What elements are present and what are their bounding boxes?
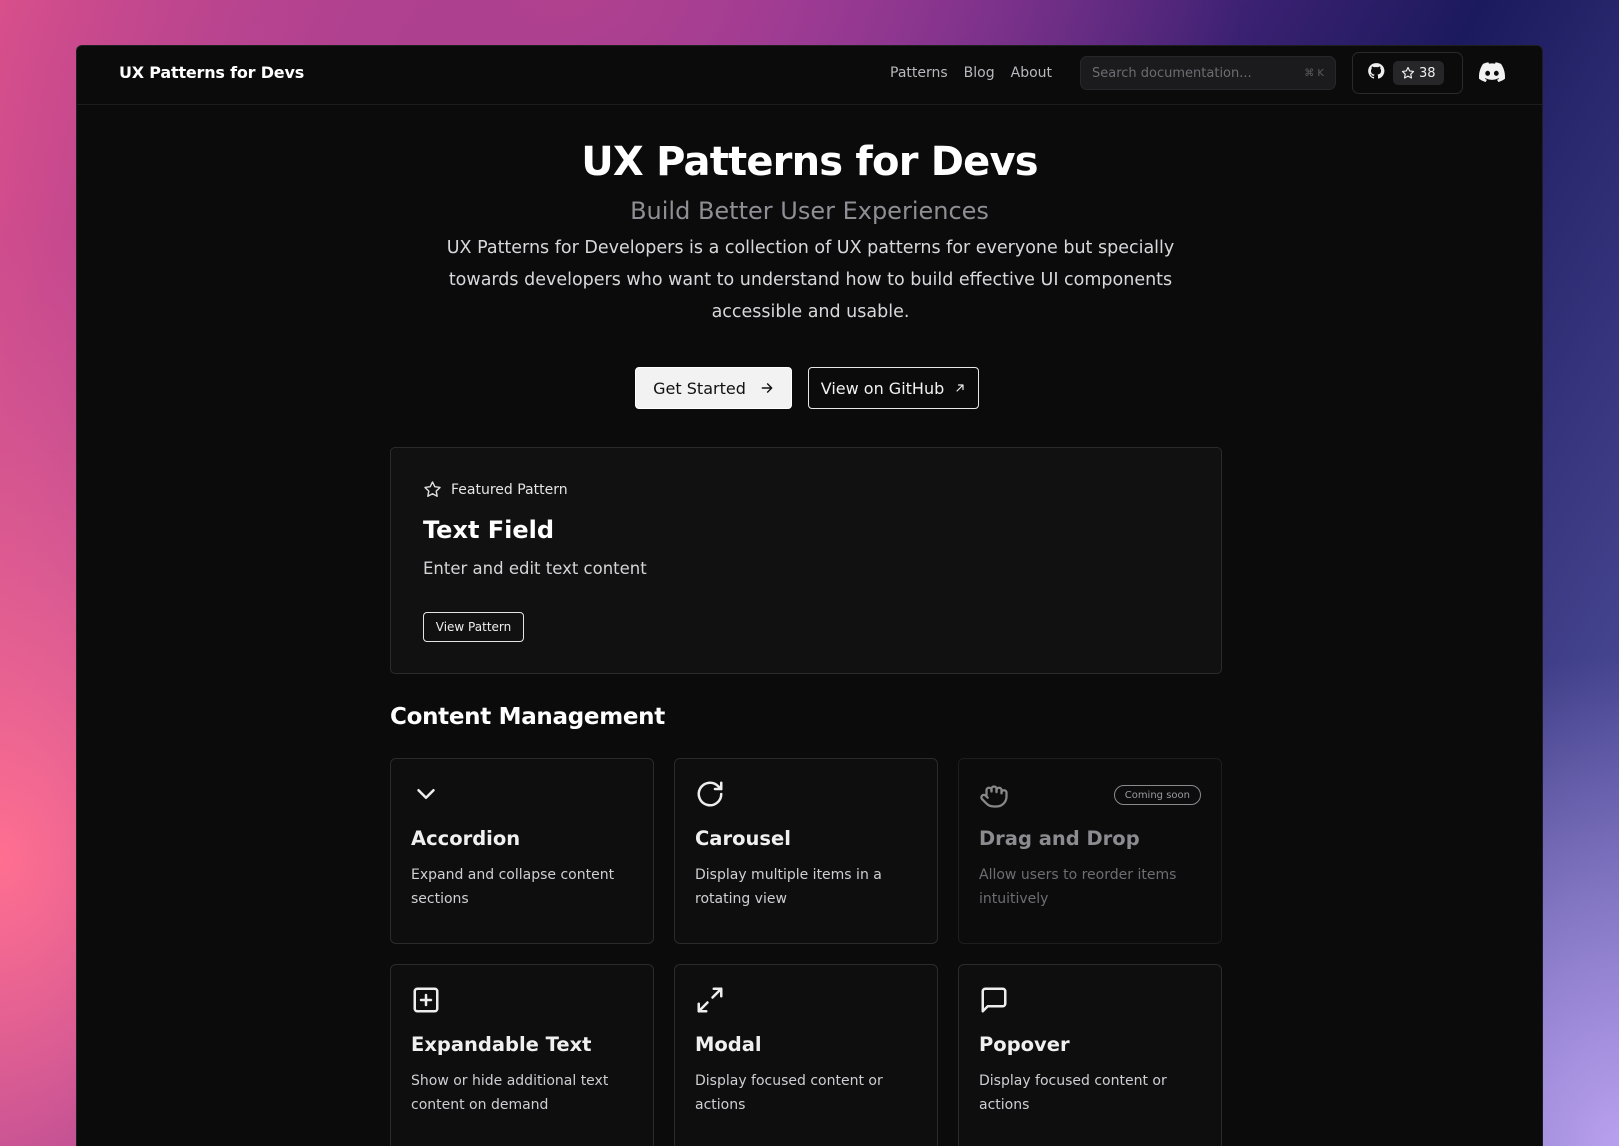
arrow-right-icon [761, 383, 773, 393]
message-square-icon [979, 985, 1009, 1019]
card-title: Drag and Drop [979, 827, 1140, 850]
discord-icon[interactable] [1479, 62, 1506, 86]
card-description: Display multiple items in a rotating vie… [695, 867, 882, 907]
featured-pattern-card: Featured Pattern Text Field Enter and ed… [390, 447, 1222, 674]
card-title: Carousel [695, 827, 791, 850]
expand-icon [695, 985, 725, 1019]
star-icon [1401, 66, 1415, 79]
arrow-up-right-icon [956, 384, 964, 392]
pattern-card-expandable-text[interactable]: Expandable Text Show or hide additional … [390, 964, 654, 1146]
card-title: Popover [979, 1033, 1070, 1056]
pattern-card-popover[interactable]: Popover Display focused content or actio… [958, 964, 1222, 1146]
hero-title: UX Patterns for Devs [581, 139, 1038, 185]
featured-description: Enter and edit text content [423, 559, 647, 578]
search-box[interactable]: ⌘ K [1080, 56, 1336, 90]
pattern-card-modal[interactable]: Modal Display focused content or actions [674, 964, 938, 1146]
search-input[interactable] [1092, 65, 1299, 81]
hero-subtitle: Build Better User Experiences [630, 197, 989, 225]
star-count: 38 [1419, 65, 1436, 81]
featured-tag: Featured Pattern [423, 480, 568, 499]
pattern-card-carousel[interactable]: Carousel Display multiple items in a rot… [674, 758, 938, 944]
top-nav-bar: UX Patterns for Devs Patterns Blog About… [77, 46, 1542, 105]
featured-title: Text Field [423, 516, 555, 544]
card-description: Show or hide additional text content on … [411, 1073, 609, 1113]
search-shortcut-hint: ⌘ K [1304, 67, 1324, 79]
chevron-down-icon [411, 779, 441, 813]
card-title: Accordion [411, 827, 521, 850]
app-window: UX Patterns for Devs Patterns Blog About… [76, 45, 1543, 1146]
get-started-button[interactable]: Get Started [635, 367, 792, 409]
get-started-label: Get Started [653, 378, 746, 398]
plus-square-icon [411, 985, 441, 1019]
github-icon [1367, 62, 1385, 84]
view-on-github-button[interactable]: View on GitHub [808, 367, 979, 409]
github-stars-button[interactable]: 38 [1352, 52, 1463, 94]
main-nav: Patterns Blog About [890, 65, 1052, 81]
pattern-card-accordion[interactable]: Accordion Expand and collapse content se… [390, 758, 654, 944]
card-description: Allow users to reorder items intuitively [979, 867, 1177, 907]
star-icon [424, 481, 441, 498]
pattern-card-drag-and-drop: Coming soon Drag and Drop Allow users to… [958, 758, 1222, 944]
card-description: Display focused content or actions [979, 1073, 1167, 1113]
view-on-github-label: View on GitHub [820, 378, 945, 398]
hand-grab-icon [979, 779, 1009, 813]
nav-link-blog[interactable]: Blog [964, 65, 995, 81]
hero-description: UX Patterns for Developers is a collecti… [446, 238, 1175, 322]
star-count-badge: 38 [1393, 61, 1444, 85]
card-title: Expandable Text [411, 1033, 592, 1056]
nav-link-patterns[interactable]: Patterns [890, 65, 948, 81]
brand-logo[interactable]: UX Patterns for Devs [119, 63, 304, 82]
card-title: Modal [695, 1033, 762, 1056]
view-pattern-button[interactable]: View Pattern [423, 612, 524, 642]
card-description: Display focused content or actions [695, 1073, 883, 1113]
nav-link-about[interactable]: About [1011, 65, 1052, 81]
featured-tag-label: Featured Pattern [451, 481, 568, 498]
coming-soon-badge: Coming soon [1113, 785, 1201, 805]
card-description: Expand and collapse content sections [411, 867, 615, 907]
section-title: Content Management [390, 704, 665, 730]
refresh-icon [695, 779, 725, 813]
